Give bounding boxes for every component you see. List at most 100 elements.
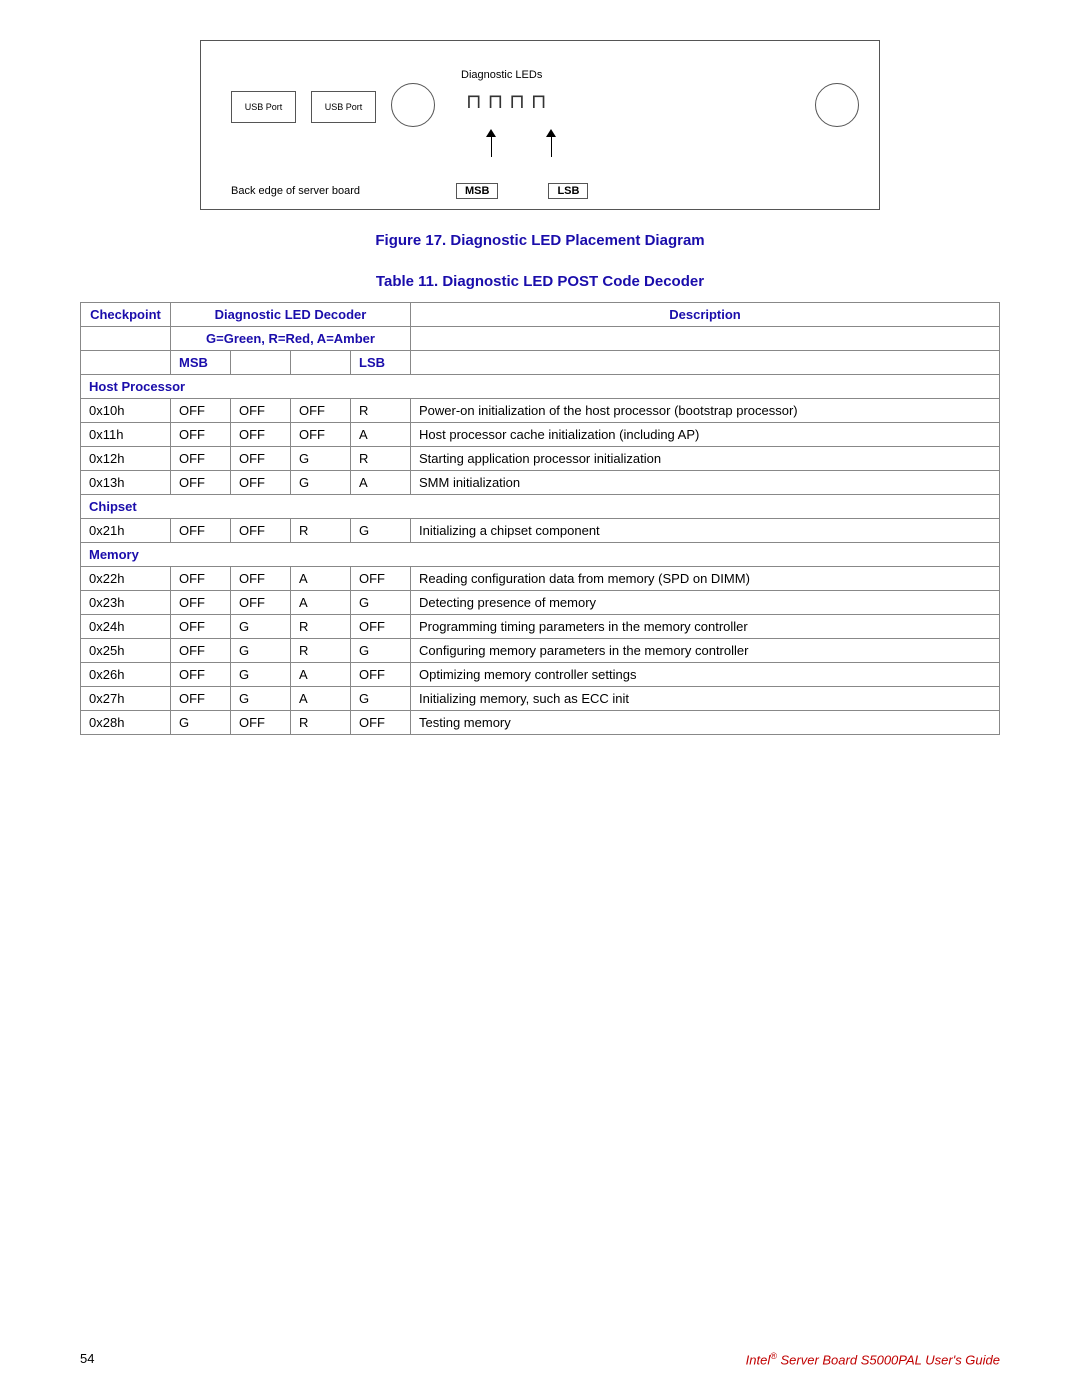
cell-checkpoint: 0x22h <box>81 567 171 591</box>
table-row: 0x22h OFF OFF A OFF Reading configuratio… <box>81 567 1000 591</box>
cell-c2: OFF <box>231 447 291 471</box>
cell-msb: G <box>171 711 231 735</box>
cell-lsb: G <box>351 519 411 543</box>
table-row: 0x28h G OFF R OFF Testing memory <box>81 711 1000 735</box>
table-caption: Table 11. Diagnostic LED POST Code Decod… <box>376 273 704 290</box>
circle-right <box>815 83 859 127</box>
cell-lsb: A <box>351 471 411 495</box>
table-row: 0x21h OFF OFF R G Initializing a chipset… <box>81 519 1000 543</box>
cell-msb: OFF <box>171 423 231 447</box>
cell-lsb: OFF <box>351 615 411 639</box>
cell-lsb: A <box>351 423 411 447</box>
cell-desc: Initializing a chipset component <box>411 519 1000 543</box>
cell-c3: R <box>291 615 351 639</box>
cell-desc: Starting application processor initializ… <box>411 447 1000 471</box>
cell-c3: G <box>291 447 351 471</box>
cell-checkpoint: 0x24h <box>81 615 171 639</box>
cell-c3: OFF <box>291 399 351 423</box>
page-container: USB Port USB Port Diagnostic LEDs ⊓ ⊓ ⊓ … <box>0 0 1080 1397</box>
cell-msb: OFF <box>171 399 231 423</box>
col-lsb-header: LSB <box>351 351 411 375</box>
cell-c2: OFF <box>231 591 291 615</box>
led-4: ⊓ <box>531 89 547 114</box>
diagram-box: USB Port USB Port Diagnostic LEDs ⊓ ⊓ ⊓ … <box>200 40 880 210</box>
cell-c2: G <box>231 615 291 639</box>
lsb-box: LSB <box>548 183 588 199</box>
led-1: ⊓ <box>466 89 482 114</box>
cell-msb: OFF <box>171 663 231 687</box>
cell-checkpoint: 0x13h <box>81 471 171 495</box>
usb-port-right: USB Port <box>311 91 376 123</box>
msb-lsb-header-row: MSB LSB <box>81 351 1000 375</box>
cell-c3: R <box>291 639 351 663</box>
cell-checkpoint: 0x28h <box>81 711 171 735</box>
cell-c2: OFF <box>231 399 291 423</box>
msb-box: MSB <box>456 183 498 199</box>
usb-port-left: USB Port <box>231 91 296 123</box>
cell-checkpoint: 0x11h <box>81 423 171 447</box>
cell-desc: Reading configuration data from memory (… <box>411 567 1000 591</box>
cell-desc: Detecting presence of memory <box>411 591 1000 615</box>
cell-c3: A <box>291 687 351 711</box>
header-description: Description <box>411 303 1000 327</box>
cell-msb: OFF <box>171 687 231 711</box>
cell-checkpoint: 0x27h <box>81 687 171 711</box>
cell-c3: A <box>291 663 351 687</box>
cell-c2: OFF <box>231 711 291 735</box>
msb-lsb-row: MSB LSB <box>456 183 588 199</box>
cell-c3: OFF <box>291 423 351 447</box>
cell-desc: Testing memory <box>411 711 1000 735</box>
cell-lsb: OFF <box>351 663 411 687</box>
cell-lsb: G <box>351 591 411 615</box>
circle-left <box>391 83 435 127</box>
table-row: 0x27h OFF G A G Initializing memory, suc… <box>81 687 1000 711</box>
table-row: 0x11h OFF OFF OFF A Host processor cache… <box>81 423 1000 447</box>
section-label-host-processor: Host Processor <box>81 375 1000 399</box>
table-header-row: Checkpoint Diagnostic LED Decoder Descri… <box>81 303 1000 327</box>
section-host-processor: Host Processor <box>81 375 1000 399</box>
cell-c3: G <box>291 471 351 495</box>
cell-lsb: OFF <box>351 711 411 735</box>
cell-lsb: G <box>351 687 411 711</box>
cell-desc: SMM initialization <box>411 471 1000 495</box>
cell-desc: Programming timing parameters in the mem… <box>411 615 1000 639</box>
cell-desc: Initializing memory, such as ECC init <box>411 687 1000 711</box>
arrow-lsb <box>546 129 556 157</box>
cell-checkpoint: 0x25h <box>81 639 171 663</box>
cell-msb: OFF <box>171 471 231 495</box>
cell-msb: OFF <box>171 639 231 663</box>
cell-msb: OFF <box>171 615 231 639</box>
cell-checkpoint: 0x12h <box>81 447 171 471</box>
table-row: 0x23h OFF OFF A G Detecting presence of … <box>81 591 1000 615</box>
diagram-section: USB Port USB Port Diagnostic LEDs ⊓ ⊓ ⊓ … <box>80 40 1000 222</box>
cell-msb: OFF <box>171 591 231 615</box>
cell-checkpoint: 0x10h <box>81 399 171 423</box>
cell-c2: G <box>231 687 291 711</box>
cell-checkpoint: 0x23h <box>81 591 171 615</box>
figure-caption: Figure 17. Diagnostic LED Placement Diag… <box>375 232 704 249</box>
cell-lsb: OFF <box>351 567 411 591</box>
back-edge-label: Back edge of server board <box>231 185 360 197</box>
table-row: 0x10h OFF OFF OFF R Power-on initializat… <box>81 399 1000 423</box>
cell-desc: Configuring memory parameters in the mem… <box>411 639 1000 663</box>
cell-c2: G <box>231 663 291 687</box>
table-row: 0x25h OFF G R G Configuring memory param… <box>81 639 1000 663</box>
cell-c3: R <box>291 711 351 735</box>
table-row: 0x13h OFF OFF G A SMM initialization <box>81 471 1000 495</box>
footer-title: Intel® Server Board S5000PAL User's Guid… <box>746 1351 1000 1367</box>
section-chipset: Chipset <box>81 495 1000 519</box>
led-2: ⊓ <box>488 89 504 114</box>
header-diag-led: Diagnostic LED Decoder <box>171 303 411 327</box>
cell-c2: G <box>231 639 291 663</box>
cell-checkpoint: 0x21h <box>81 519 171 543</box>
cell-desc: Optimizing memory controller settings <box>411 663 1000 687</box>
section-label-memory: Memory <box>81 543 1000 567</box>
color-key-row: G=Green, R=Red, A=Amber <box>81 327 1000 351</box>
page-number: 54 <box>80 1351 94 1366</box>
cell-c2: OFF <box>231 423 291 447</box>
section-memory: Memory <box>81 543 1000 567</box>
cell-c2: OFF <box>231 519 291 543</box>
section-label-chipset: Chipset <box>81 495 1000 519</box>
cell-msb: OFF <box>171 567 231 591</box>
cell-c3: R <box>291 519 351 543</box>
